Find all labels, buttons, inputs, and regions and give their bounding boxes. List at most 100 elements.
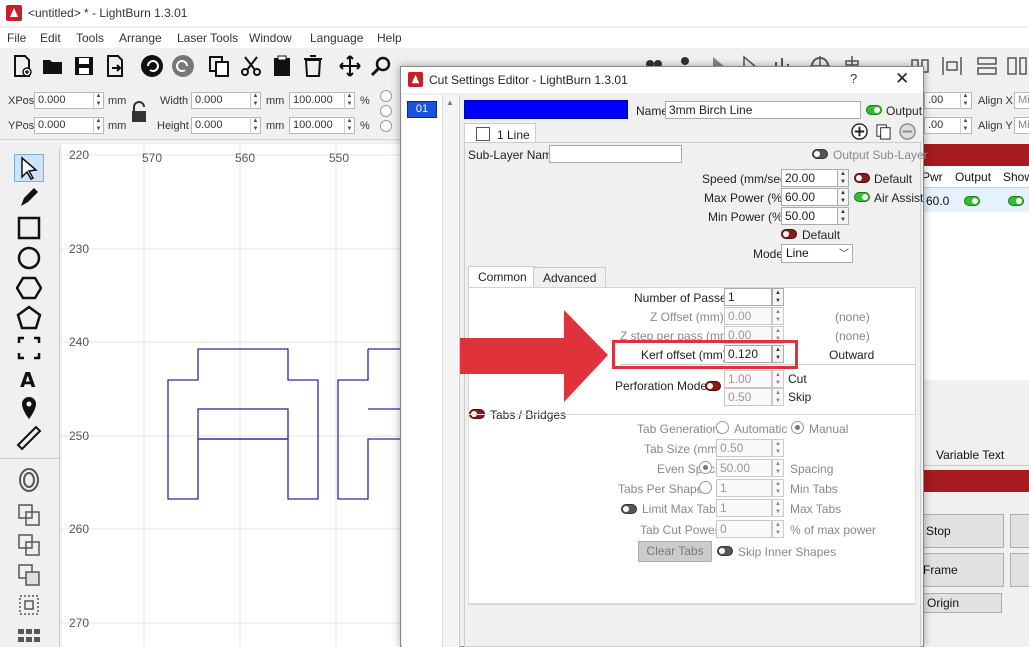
menu-window[interactable]: Window [249, 31, 292, 45]
design-canvas[interactable] [62, 144, 402, 647]
clear-tabs-button[interactable]: Clear Tabs [638, 541, 712, 562]
limit-max-tabs-toggle[interactable] [621, 504, 637, 514]
polygon-icon[interactable] [16, 275, 42, 301]
copy-icon[interactable] [207, 54, 231, 78]
speed-input[interactable]: 20.00 [781, 169, 841, 187]
width-spin[interactable]: ▲ ▼ [250, 92, 260, 109]
remove-sublayer-icon[interactable] [899, 123, 916, 140]
offset-icon[interactable] [16, 467, 42, 493]
tabs-per-shape-radio[interactable] [699, 481, 712, 494]
max-power-spin[interactable]: ▲ ▼ [837, 188, 849, 206]
perforation-cut-input[interactable]: 1.00 [724, 370, 772, 388]
align-y-select[interactable]: Mic [1014, 117, 1029, 134]
layer-show-toggle[interactable] [1008, 196, 1024, 206]
speed-spin[interactable]: ▲ ▼ [837, 169, 849, 187]
height-spin[interactable]: ▲ ▼ [250, 117, 260, 134]
tab-cut-power-spin[interactable]: ▲ ▼ [772, 520, 784, 538]
weld-icon[interactable] [16, 502, 42, 528]
help-button[interactable]: ? [850, 71, 857, 86]
min-power-input[interactable]: 50.00 [781, 207, 841, 225]
limit-max-tabs-input[interactable]: 1 [716, 499, 772, 517]
rectangle-icon[interactable] [16, 215, 42, 241]
tab-common[interactable]: Common [468, 266, 537, 287]
zoom-icon[interactable] [369, 54, 393, 78]
intersect-icon[interactable] [16, 592, 42, 618]
pen-icon[interactable] [16, 185, 42, 211]
anchor-radio-3[interactable] [380, 120, 392, 132]
menu-edit[interactable]: Edit [40, 31, 61, 45]
passes-input[interactable]: 1 [724, 288, 772, 306]
redo-icon[interactable] [171, 54, 195, 78]
layer-output-toggle[interactable] [964, 196, 980, 206]
laser-button-right-1[interactable] [1010, 514, 1029, 548]
align-x-select[interactable]: Mic [1014, 92, 1029, 109]
frame-button[interactable]: Frame [922, 553, 1004, 587]
scale-height-spin[interactable]: ▲ ▼ [344, 117, 354, 134]
speed-default-toggle[interactable] [854, 173, 870, 183]
text-tool-icon[interactable]: A [16, 365, 42, 391]
even-spacing-input[interactable]: 50.00 [716, 459, 772, 477]
dock-icon[interactable] [975, 54, 999, 78]
subtract-icon[interactable] [16, 562, 42, 588]
limit-max-tabs-spin[interactable]: ▲ ▼ [772, 499, 784, 517]
tab-advanced[interactable]: Advanced [533, 267, 607, 288]
layer-color-swatch[interactable] [464, 100, 628, 119]
tabs-per-shape-spin[interactable]: ▲ ▼ [772, 479, 784, 497]
even-spacing-radio[interactable] [699, 461, 712, 474]
frame-bracket-icon[interactable] [16, 335, 42, 361]
cut-icon[interactable] [239, 54, 263, 78]
perforation-cut-spin[interactable]: ▲ ▼ [772, 370, 784, 388]
delete-icon[interactable] [301, 54, 325, 78]
align-y-spin[interactable]: ▲ ▼ [960, 117, 970, 134]
even-spacing-spin[interactable]: ▲ ▼ [772, 459, 784, 477]
menu-language[interactable]: Language [310, 31, 363, 45]
tab-cut-power-input[interactable]: 0 [716, 520, 772, 538]
position-pin-icon[interactable] [16, 395, 42, 421]
xpos-spin[interactable]: ▲ ▼ [93, 92, 103, 109]
new-file-icon[interactable] [10, 54, 34, 78]
close-button[interactable]: ✕ [895, 69, 909, 89]
sublayer-tab[interactable]: 1 Line [464, 123, 536, 143]
open-folder-icon[interactable] [41, 54, 65, 78]
ellipse-icon[interactable] [16, 245, 42, 271]
menu-file[interactable]: File [7, 31, 26, 45]
tab-size-input[interactable]: 0.50 [716, 439, 772, 457]
layer-item-01[interactable]: 01 [407, 101, 437, 118]
mode-select[interactable]: Line ﹀ [781, 244, 853, 263]
layer-row[interactable]: 60.0 [922, 188, 1029, 212]
menu-help[interactable]: Help [377, 31, 402, 45]
add-sublayer-icon[interactable] [851, 123, 868, 140]
stop-button[interactable]: Stop [922, 514, 1004, 548]
origin-button[interactable]: Origin [922, 593, 1002, 613]
save-icon[interactable] [72, 54, 96, 78]
tab-automatic-radio[interactable] [716, 421, 729, 434]
menu-arrange[interactable]: Arrange [119, 31, 162, 45]
output-toggle[interactable] [866, 105, 882, 115]
measure-ruler-icon[interactable] [16, 425, 42, 451]
tabs-per-shape-input[interactable]: 1 [716, 479, 772, 497]
union-icon[interactable] [16, 532, 42, 558]
select-arrow-icon[interactable] [16, 155, 42, 181]
min-power-spin[interactable]: ▲ ▼ [837, 207, 849, 225]
copy-sublayer-icon[interactable] [875, 123, 892, 140]
skip-inner-shapes-toggle[interactable] [717, 546, 733, 556]
passes-spin[interactable]: ▲ ▼ [772, 288, 784, 306]
output-sublayer-toggle[interactable] [812, 149, 828, 159]
power-default-toggle[interactable] [781, 229, 797, 239]
perforation-toggle[interactable] [705, 381, 721, 391]
layer-list-scrollbar[interactable]: ▲ [442, 95, 458, 647]
ypos-spin[interactable]: ▲ ▼ [93, 117, 103, 134]
tab-manual-radio[interactable] [791, 421, 804, 434]
distribute-h-icon[interactable] [940, 54, 964, 78]
scale-width-spin[interactable]: ▲ ▼ [344, 92, 354, 109]
pentagon-icon[interactable] [16, 305, 42, 331]
variable-text-tab[interactable]: Variable Text [936, 448, 1004, 462]
paste-icon[interactable] [270, 54, 294, 78]
move-icon[interactable] [338, 54, 362, 78]
anchor-radio-1[interactable] [380, 90, 392, 102]
align-x-spin[interactable]: ▲ ▼ [960, 92, 970, 109]
menu-tools[interactable]: Tools [76, 31, 104, 45]
laser-button-right-2[interactable] [1010, 553, 1029, 587]
flip-icon[interactable] [1005, 54, 1029, 78]
import-icon[interactable] [103, 54, 127, 78]
